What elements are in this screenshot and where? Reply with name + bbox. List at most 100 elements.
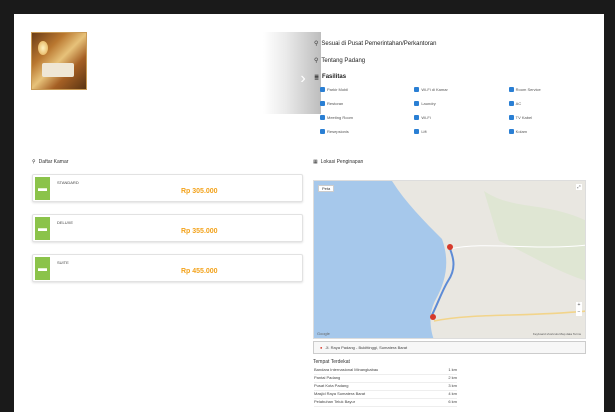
info-distance-label: Sesuai di Pusat Pemerintahan/Perkantoran [321,40,437,47]
checkbox-icon [414,101,420,106]
address-text: Jl. Raya Padang - Bukittinggi, Sumatera … [325,345,408,350]
checkbox-icon [414,129,420,134]
list-item: Masjid Raya Sumatera Barat 4 km [314,391,457,399]
room-card[interactable]: ▬ SUITE Rp 455.000 [32,254,303,282]
facility-label: AC [515,101,522,106]
list-item: Pantai Padang 2 km [314,375,457,383]
facility-label: Meeting Room [327,115,354,120]
map-icon: ▦ [313,159,318,165]
checkbox-icon [414,87,420,92]
hotel-gallery: › [31,32,321,114]
checkbox-icon [508,129,514,134]
facility-item: Wi-Fi di Kamar [414,87,504,92]
checkbox-icon [320,87,325,92]
facility-label: Wi-Fi [421,115,431,120]
room-price: Rp 305.000 [181,188,218,195]
facility-item: Lift [414,129,504,134]
room-card[interactable]: ▬ DELUXE Rp 355.000 [32,214,303,242]
nearby-distance: 2 km [448,375,457,380]
checkbox-icon [508,87,514,92]
bed-icon: ▬ [35,177,50,200]
facility-item: TV Kabel [508,115,599,120]
facility-item: Room Service [508,87,599,92]
map-attribution[interactable]: Keyboard shortcuts Map data Terms [533,332,581,336]
map-heading: ▦ Lokasi Penginapan [313,159,363,165]
facility-item: Resepsionis [320,129,410,134]
nearby-distance: 3 km [448,383,457,388]
facility-label: Lift [421,129,427,134]
facility-label: Resepsionis [327,129,349,134]
map-title: Lokasi Penginapan [320,159,364,165]
map-pin-icon: ⚲ [314,58,319,64]
facilities-title: Fasilitas [322,74,347,80]
checkbox-icon [508,101,514,106]
checkbox-icon [320,101,325,106]
facility-label: TV Kabel [515,115,533,120]
room-price: Rp 455.000 [181,268,218,275]
facility-label: Restoran [327,101,344,106]
map-type-button[interactable]: Peta [318,185,335,192]
map-pin-icon [447,244,453,250]
checkbox-icon [320,115,325,120]
nearby-name: Pelabuhan Teluk Bayur [314,399,356,404]
checkbox-icon [508,115,514,120]
nearby-distance: 6 km [448,399,457,404]
hotel-photo[interactable] [31,32,87,90]
bed-icon: ▬ [35,217,50,240]
list-item: Pusat Kota Padang 3 km [314,383,457,391]
info-city: ⚲ Tentang Padang [314,57,599,65]
bed-shape [42,63,74,77]
hotel-info: ⚲ Sesuai di Pusat Pemerintahan/Perkantor… [314,40,599,134]
nearby-name: Bandara Internasional Minangkabau [314,367,379,372]
nearby-distance: 4 km [448,391,457,396]
room-list: ▬ STANDARD Rp 305.000 ▬ DELUXE Rp 355.00… [32,174,303,294]
zoom-control: + − [576,302,582,316]
info-distance: ⚲ Sesuai di Pusat Pemerintahan/Perkantor… [314,40,599,48]
facility-item: Kolam [508,129,599,134]
map-pin-icon: ● [320,345,323,350]
room-name: SUITE [57,260,69,265]
list-icon: ≣ [314,75,320,81]
room-name: DELUXE [57,220,74,225]
zoom-out-button[interactable]: − [576,309,582,316]
facility-item: Wi-Fi [414,115,504,120]
hotel-detail-page: › ⚲ Sesuai di Pusat Pemerintahan/Perkant… [14,14,604,412]
facility-label: Kolam [515,129,527,134]
facility-item: Meeting Room [320,115,410,120]
tag-icon: ⚲ [32,159,36,165]
facility-label: Parkir Mobil [327,87,349,92]
location-map[interactable]: Peta ⤢ + − Google Keyboard shortcuts Map… [313,180,586,339]
lamp-shape [38,41,48,55]
checkbox-icon [414,115,420,120]
list-item: Pelabuhan Teluk Bayur 6 km [314,399,457,407]
room-price: Rp 355.000 [181,228,218,235]
bed-icon: ▬ [35,257,50,280]
address-bar: ● Jl. Raya Padang - Bukittinggi, Sumater… [313,341,586,354]
rooms-title: Daftar Kamar [38,159,69,165]
map-pin-icon [430,314,436,320]
checkbox-icon [320,129,325,134]
map-pin-icon: ⚲ [314,41,319,47]
room-card[interactable]: ▬ STANDARD Rp 305.000 [32,174,303,202]
nearby-distance: 1 km [448,367,457,372]
google-logo: Google [317,331,330,336]
facility-label: Laundry [421,101,436,106]
facility-item: AC [508,101,599,106]
map-canvas[interactable] [314,181,586,339]
nearby-name: Pusat Kota Padang [314,383,349,388]
facilities-heading: ≣ Fasilitas [314,74,599,81]
chevron-right-icon: › [300,70,306,87]
zoom-in-button[interactable]: + [576,302,582,309]
rooms-heading: ⚲ Daftar Kamar [32,159,68,165]
nearby-name: Pantai Padang [314,375,341,380]
facility-label: Wi-Fi di Kamar [421,87,448,92]
facility-item: Laundry [414,101,504,106]
nearby-list: Bandara Internasional Minangkabau 1 km Pa… [314,367,457,407]
nearby-name: Masjid Raya Sumatera Barat [314,391,366,396]
nearby-title: Tempat Terdekat [313,359,350,365]
fullscreen-icon[interactable]: ⤢ [576,184,582,190]
facility-item: Restoran [320,101,410,106]
info-city-label: Tentang Padang [321,57,366,64]
facility-label: Room Service [515,87,541,92]
list-item: Bandara Internasional Minangkabau 1 km [314,367,457,375]
